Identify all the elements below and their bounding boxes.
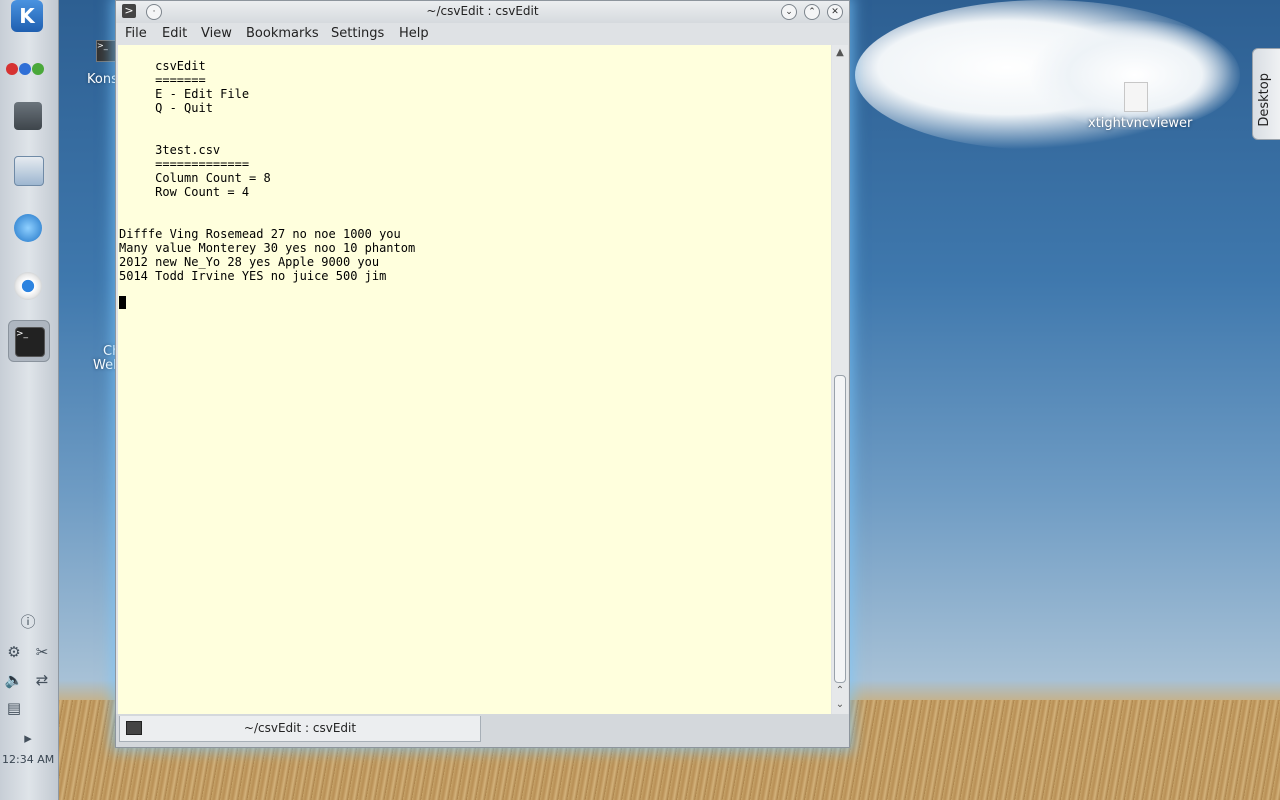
scissors-icon[interactable]: ✂ [32,642,52,662]
terminal-line: Difffe Ving Rosemead 27 no noe 1000 you [119,227,401,241]
terminal-line: E - Edit File [119,87,250,101]
kde-menu-icon[interactable]: K [11,0,43,32]
terminal-line: Row Count = 4 [119,185,250,199]
terminal-line: ======= [119,73,206,87]
scroll-up-icon[interactable]: ⌃ [834,685,846,697]
info-icon[interactable]: ⓘ [18,612,38,632]
terminal-line: Many value Monterey 30 yes noo 10 phanto… [119,241,416,255]
expand-arrow-icon[interactable]: ▸ [18,728,38,748]
clock[interactable]: 12:34 AM [2,753,54,766]
settings-icon[interactable]: ⚙ [4,642,24,662]
file-icon[interactable] [1124,82,1148,112]
desktop-icon-label[interactable]: Kons [87,72,118,87]
menu-bar: File Edit View Bookmarks Settings Help [116,23,849,45]
desktop-toolbox[interactable]: Desktop [1252,48,1280,140]
menu-view[interactable]: View [201,26,232,41]
activities-icon[interactable] [6,60,45,79]
vertical-scrollbar[interactable]: ▲ ⌃ ⌄ [832,45,848,714]
tab-session[interactable]: ~/csvEdit : csvEdit [119,716,481,742]
cloud-decoration [1030,20,1240,130]
terminal-line: Column Count = 8 [119,171,271,185]
close-button[interactable]: ✕ [827,4,843,20]
terminal-line: csvEdit [119,59,206,73]
tab-bar: ~/csvEdit : csvEdit [116,714,849,747]
terminal-line: 5014 Todd Irvine YES no juice 500 jim [119,269,387,283]
scroll-up-icon[interactable]: ▲ [834,47,846,59]
menu-file[interactable]: File [125,26,147,41]
menu-settings[interactable]: Settings [331,26,384,41]
menu-edit[interactable]: Edit [162,26,187,41]
konsole-window: > · ~/csvEdit : csvEdit ⌄ ⌃ ✕ File Edit … [115,0,850,748]
terminal-icon[interactable]: >_ [8,320,50,362]
chrome-icon[interactable] [8,266,48,306]
left-panel: K >_ ⓘ ⚙ ✂ 🔈 ⇄ ▤ ▸ 12:34 AM [0,0,59,800]
terminal-line: 2012 new Ne_Yo 28 yes Apple 9000 you [119,255,380,269]
terminal-line: ============= [119,157,250,171]
scroll-down-icon[interactable]: ⌄ [834,699,846,711]
scrollbar-thumb[interactable] [834,375,846,683]
usb-icon[interactable]: ⇄ [32,670,52,690]
window-title: ~/csvEdit : csvEdit [426,4,539,18]
show-desktop-icon[interactable] [8,96,48,136]
desktop-toolbox-label: Desktop [1257,73,1272,127]
menu-bookmarks[interactable]: Bookmarks [246,26,319,41]
clipboard-icon[interactable]: ▤ [4,698,24,718]
maximize-button[interactable]: ⌃ [804,4,820,20]
terminal-line: Q - Quit [119,101,213,115]
file-manager-icon[interactable] [8,150,48,190]
browser-icon[interactable] [8,208,48,248]
volume-icon[interactable]: 🔈 [4,670,24,690]
desktop-icon-label[interactable]: xtightvncviewer [1088,116,1192,131]
terminal-line: 3test.csv [119,143,221,157]
minimize-button[interactable]: ⌄ [781,4,797,20]
terminal-output[interactable]: csvEdit ======= E - Edit File Q - Quit 3… [118,45,831,714]
title-bar[interactable]: > · ~/csvEdit : csvEdit ⌄ ⌃ ✕ [116,1,849,23]
terminal-cursor [119,296,126,309]
menu-help[interactable]: Help [399,26,429,41]
tab-label: ~/csvEdit : csvEdit [243,721,357,735]
